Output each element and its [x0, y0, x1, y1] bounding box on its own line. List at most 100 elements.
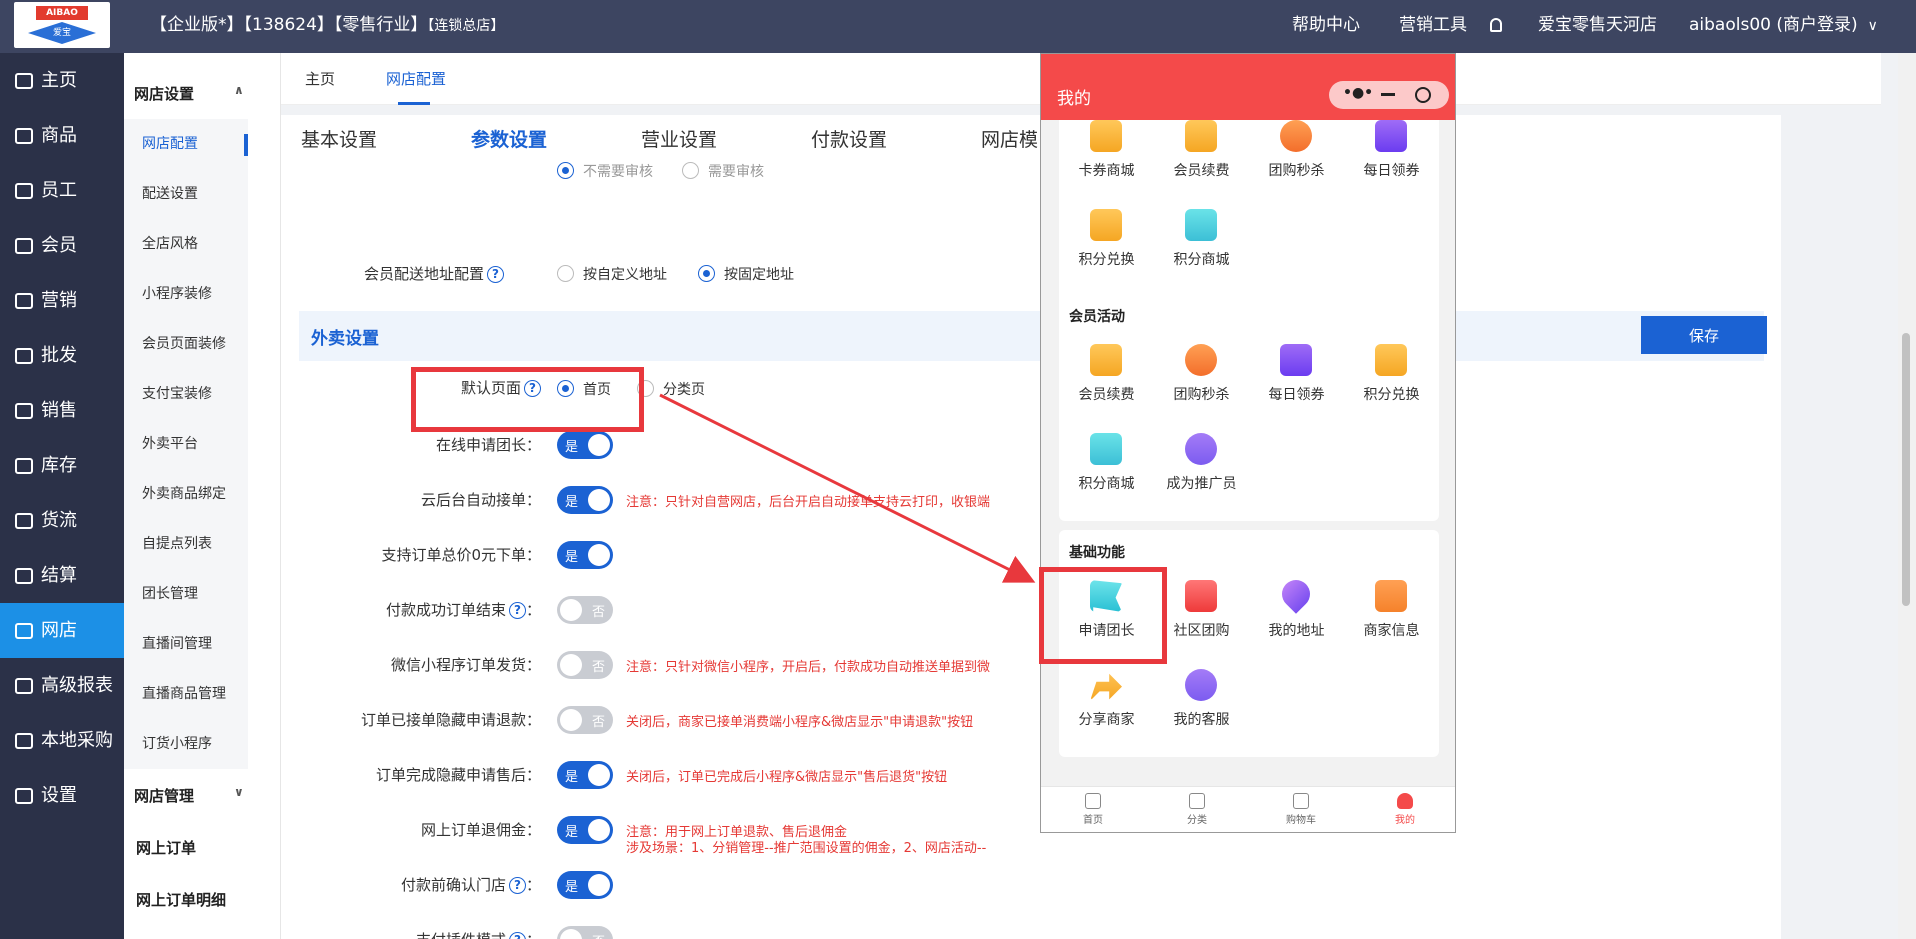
tab-shop-config[interactable]: 网店配置: [386, 53, 446, 105]
sidebar-item-11[interactable]: 高级报表: [0, 658, 124, 713]
close-target-icon[interactable]: [1415, 87, 1431, 103]
subnav-item-0[interactable]: 网店配置: [124, 119, 248, 169]
help-circle-icon[interactable]: ?: [508, 932, 526, 939]
phone-entry-card1_items-0[interactable]: 会员续费: [1059, 338, 1154, 418]
group-shop-settings[interactable]: 网店设置 ∧: [134, 83, 244, 104]
delivery-addr-radio-custom[interactable]: [557, 265, 574, 282]
review-radio-no[interactable]: [557, 162, 574, 179]
setting-toggle-0[interactable]: 是: [557, 431, 613, 459]
subnav-item-3[interactable]: 小程序装修: [124, 269, 248, 319]
phone-entry-card0_items-5[interactable]: 积分商城: [1154, 203, 1249, 283]
sidebar-item-0[interactable]: 主页: [0, 53, 124, 108]
sidebar-item-8[interactable]: 货流: [0, 493, 124, 548]
nav-online-order-details[interactable]: 网上订单明细: [136, 889, 226, 910]
phone-entry-card2_items-1[interactable]: 社区团购: [1154, 574, 1249, 654]
phone-entry-card1_items-4[interactable]: 积分商城: [1059, 427, 1154, 507]
setting-toggle-8[interactable]: 是: [557, 871, 613, 899]
sidebar-item-4[interactable]: 营销: [0, 273, 124, 328]
subnav-item-5[interactable]: 支付宝装修: [124, 369, 248, 419]
phone-entry-card1_items-3[interactable]: 积分兑换: [1344, 338, 1439, 418]
mini-program-capsule[interactable]: •●•: [1329, 81, 1449, 109]
sidebar-item-7[interactable]: 库存: [0, 438, 124, 493]
phone-entry-card0_items-2[interactable]: 团购秒杀: [1249, 114, 1344, 194]
group-shop-manage-label: 网店管理: [134, 787, 195, 805]
setting-toggle-7[interactable]: 是: [557, 816, 613, 844]
subnav-item-4[interactable]: 会员页面装修: [124, 319, 248, 369]
phone-tab-0[interactable]: 首页: [1041, 793, 1145, 826]
phone-tab-1[interactable]: 分类: [1145, 793, 1249, 826]
nav-online-orders[interactable]: 网上订单: [136, 837, 196, 858]
user-menu[interactable]: aibaols00 (商户登录) ∨: [1689, 0, 1878, 51]
subnav-item-10[interactable]: 直播间管理: [124, 619, 248, 669]
phone-entry-card1_items-2[interactable]: 每日领券: [1249, 338, 1344, 418]
location-pin-icon: [1276, 574, 1316, 614]
sidebar-item-1[interactable]: 商品: [0, 108, 124, 163]
toggle-state: 否: [591, 605, 605, 620]
setting-toggle-3[interactable]: 否: [557, 596, 613, 624]
tab-business[interactable]: 营业设置: [641, 125, 717, 152]
store-name[interactable]: 爱宝零售天河店: [1538, 0, 1657, 50]
phone-tab-3[interactable]: 我的: [1353, 793, 1455, 826]
tab-params[interactable]: 参数设置: [471, 125, 547, 152]
toggle-state: 否: [592, 931, 605, 939]
help-circle-icon[interactable]: ?: [487, 266, 504, 283]
tab-basic[interactable]: 基本设置: [301, 125, 377, 152]
phone-entry-card2_items-5[interactable]: 我的客服: [1154, 663, 1249, 743]
sidebar-item-2[interactable]: 员工: [0, 163, 124, 218]
phone-entry-card2_items-3[interactable]: 商家信息: [1344, 574, 1439, 654]
section-title: 外卖设置: [311, 329, 379, 349]
sidebar-item-6[interactable]: 销售: [0, 383, 124, 438]
phone-entry-card2_items-4[interactable]: 分享商家: [1059, 663, 1154, 743]
phone-entry-card1_items-5[interactable]: 成为推广员: [1154, 427, 1249, 507]
review-radio-yes[interactable]: [682, 162, 699, 179]
subnav-item-7[interactable]: 外卖商品绑定: [124, 469, 248, 519]
phone-entry-card1_items-1[interactable]: 团购秒杀: [1154, 338, 1249, 418]
setting-toggle-2[interactable]: 是: [557, 541, 613, 569]
phone-entry-card0_items-1[interactable]: 会员续费: [1154, 114, 1249, 194]
bell-icon[interactable]: [1490, 18, 1502, 32]
subnav-item-1[interactable]: 配送设置: [124, 169, 248, 219]
logistics-icon: [15, 512, 33, 529]
tab-shop-template[interactable]: 网店模: [981, 125, 1038, 152]
minimize-icon[interactable]: [1381, 93, 1395, 96]
setting-toggle-1[interactable]: 是: [557, 486, 613, 514]
setting-toggle-4[interactable]: 否: [557, 651, 613, 679]
phone-entry-card0_items-3[interactable]: 每日领券: [1344, 114, 1439, 194]
setting-label-text: 支付插件模式: [416, 931, 506, 939]
subnav-item-8[interactable]: 自提点列表: [124, 519, 248, 569]
subnav-item-12[interactable]: 订货小程序: [124, 719, 248, 769]
sidebar-item-12[interactable]: 本地采购: [0, 713, 124, 768]
help-center-link[interactable]: 帮助中心: [1292, 0, 1360, 50]
tab-home[interactable]: 主页: [305, 53, 335, 105]
help-circle-icon[interactable]: ?: [508, 602, 526, 619]
sidebar-item-3[interactable]: 会员: [0, 218, 124, 273]
subnav-item-2[interactable]: 全店风格: [124, 219, 248, 269]
home-icon: [1085, 793, 1101, 809]
sidebar-item-10[interactable]: 网店: [0, 603, 124, 658]
subnav-item-9[interactable]: 团长管理: [124, 569, 248, 619]
more-dots-icon[interactable]: •●•: [1343, 85, 1373, 101]
setting-toggle-5[interactable]: 否: [557, 706, 613, 734]
help-circle-icon[interactable]: ?: [508, 877, 526, 894]
setting-toggle-9[interactable]: 否: [557, 926, 613, 939]
phone-tab-2[interactable]: 购物车: [1249, 793, 1353, 826]
setting-toggle-6[interactable]: 是: [557, 761, 613, 789]
toggle-state: 是: [565, 770, 579, 785]
chevron-down-icon: ∨: [1867, 18, 1878, 34]
group-shop-manage[interactable]: 网店管理 ∨: [134, 785, 244, 806]
phone-entry-card0_items-4[interactable]: 积分兑换: [1059, 203, 1154, 283]
basic-functions-title: 基础功能: [1069, 545, 1125, 561]
tab-payment[interactable]: 付款设置: [811, 125, 887, 152]
subnav-item-11[interactable]: 直播商品管理: [124, 669, 248, 719]
save-button[interactable]: 保存: [1641, 316, 1767, 354]
phone-entry-card2_items-2[interactable]: 我的地址: [1249, 574, 1344, 654]
marketing-tools-link[interactable]: 营销工具: [1399, 0, 1467, 50]
sidebar-item-13[interactable]: 设置: [0, 768, 124, 823]
sidebar-item-5[interactable]: 批发: [0, 328, 124, 383]
sidebar-item-9[interactable]: 结算: [0, 548, 124, 603]
page-scroll-thumb[interactable]: [1902, 333, 1910, 606]
subnav-item-6[interactable]: 外卖平台: [124, 419, 248, 469]
phone-entry-card0_items-0[interactable]: 卡券商城: [1059, 114, 1154, 194]
delivery-addr-radio-fixed[interactable]: [698, 265, 715, 282]
aibao-logo[interactable]: AIBAO 爱宝: [14, 2, 110, 48]
